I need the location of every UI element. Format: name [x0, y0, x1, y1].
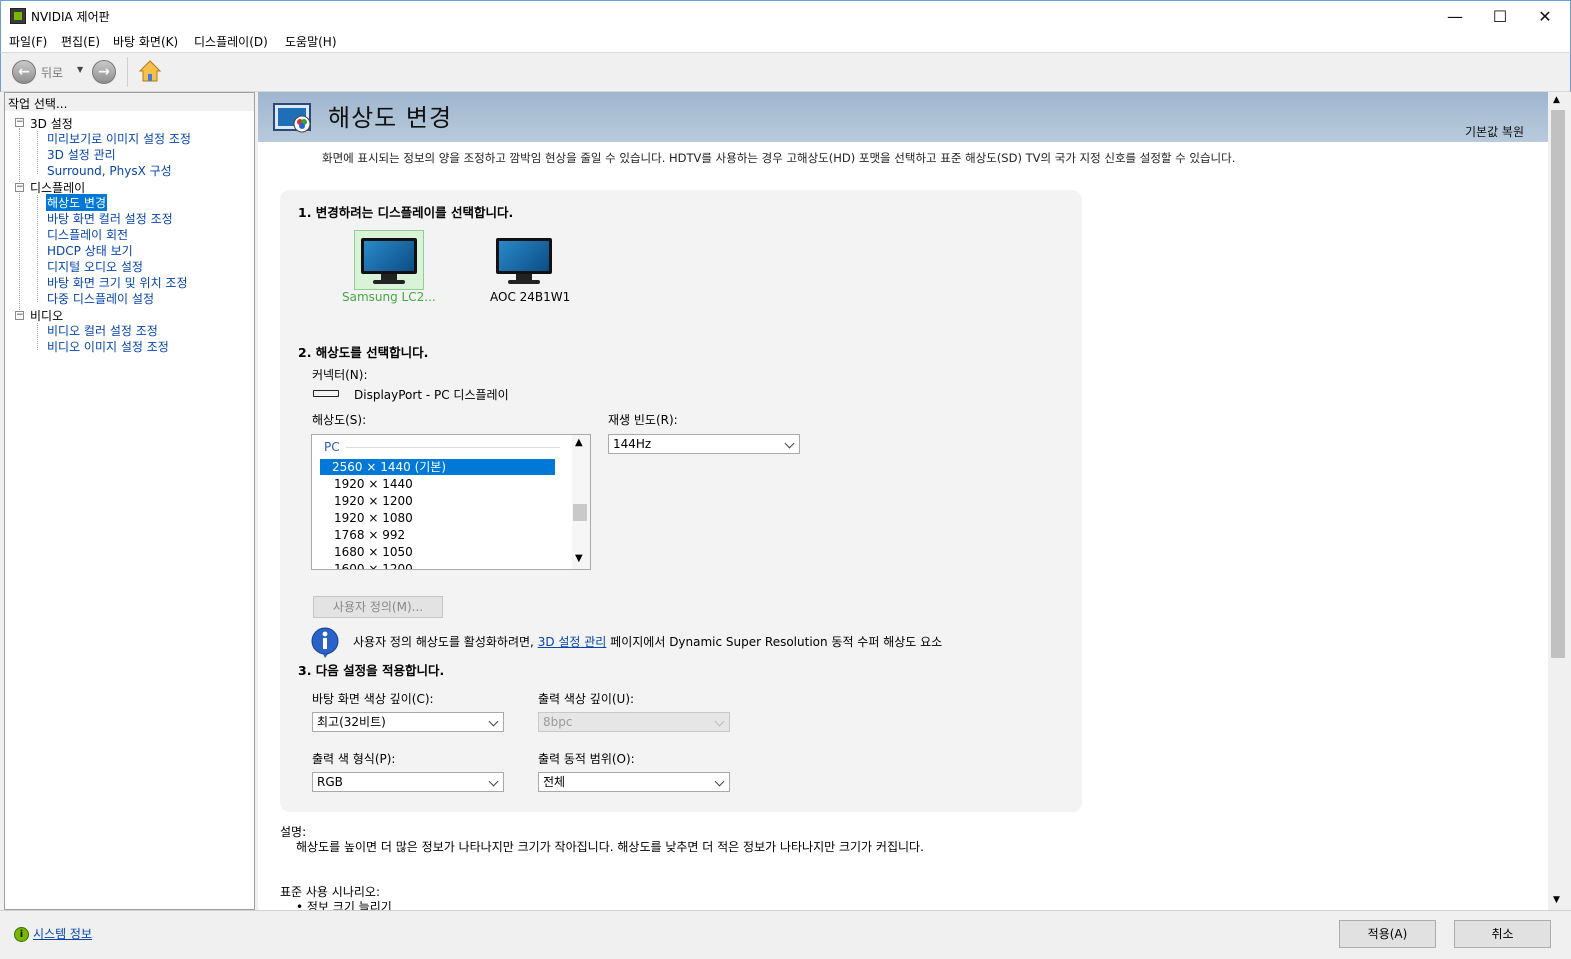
task-tree-panel: 작업 선택... − 3D 설정 미리보기로 이미지 설정 조정 3D 설정 관…: [4, 92, 255, 910]
scroll-down-icon[interactable]: ▼: [575, 553, 583, 564]
minimize-button[interactable]: —: [1432, 1, 1478, 31]
close-button[interactable]: ✕: [1522, 1, 1568, 31]
resolution-list[interactable]: PC 2560 × 1440 (기본) 1920 × 1440 1920 × 1…: [311, 434, 591, 570]
collapse-icon[interactable]: −: [15, 118, 24, 127]
tree-item-3d-manage[interactable]: 3D 설정 관리: [47, 146, 116, 163]
tree-item-multi-display[interactable]: 다중 디스플레이 설정: [47, 290, 154, 307]
scroll-down-icon[interactable]: ▼: [1553, 895, 1560, 905]
refresh-rate-select[interactable]: 144Hz: [608, 434, 800, 454]
apply-button[interactable]: 적용(A): [1339, 920, 1436, 948]
output-color-format-select[interactable]: RGB: [312, 772, 504, 792]
group-divider: [346, 447, 560, 448]
menu-edit[interactable]: 편집(E): [61, 33, 100, 50]
scenario-item: • 정보 크기 늘리기: [296, 900, 392, 910]
resolution-label: 해상도(S):: [312, 413, 367, 427]
refresh-label: 재생 빈도(R):: [608, 413, 678, 427]
resolution-option[interactable]: 1680 × 1050: [332, 544, 560, 560]
task-header: 작업 선택...: [5, 93, 254, 111]
collapse-icon[interactable]: −: [15, 311, 24, 320]
window-title: NVIDIA 제어판: [31, 10, 110, 24]
back-label[interactable]: 뒤로: [41, 64, 63, 81]
title-bar: NVIDIA 제어판 — ☐ ✕: [0, 0, 1571, 30]
toolbar: ← 뒤로 ▼ →: [0, 52, 1571, 92]
menu-file[interactable]: 파일(F): [9, 33, 47, 50]
step1-title: 1. 변경하려는 디스플레이를 선택합니다.: [298, 205, 514, 220]
description-text: 해상도를 높이면 더 많은 정보가 나타나지만 크기가 작아집니다. 해상도를 …: [296, 840, 924, 854]
step2-title: 2. 해상도를 선택합니다.: [298, 345, 429, 360]
resolution-option[interactable]: 1600 × 1200: [332, 561, 560, 569]
info-text: 사용자 정의 해상도를 활성화하려면, 3D 설정 관리 페이지에서 Dynam…: [353, 635, 943, 649]
scroll-up-icon[interactable]: ▲: [1553, 95, 1560, 105]
collapse-icon[interactable]: −: [15, 183, 24, 192]
resolution-group-label: PC: [324, 440, 340, 454]
tree-item-video-image[interactable]: 비디오 이미지 설정 조정: [47, 338, 169, 355]
nvidia-app-icon: [10, 8, 26, 24]
menu-bar: 파일(F) 편집(E) 바탕 화면(K) 디스플레이(D) 도움말(H): [0, 30, 1571, 52]
history-dropdown-icon[interactable]: ▼: [77, 65, 83, 74]
toolbar-divider: [127, 57, 128, 87]
forward-arrow-icon[interactable]: →: [92, 60, 116, 84]
menu-desktop[interactable]: 바탕 화면(K): [113, 33, 178, 50]
resolution-option[interactable]: 1920 × 1440: [332, 476, 560, 492]
monitor-icon[interactable]: [492, 234, 556, 286]
tree-item-video-color[interactable]: 비디오 컬러 설정 조정: [47, 322, 158, 339]
dynamic-range-label: 출력 동적 범위(O):: [538, 752, 635, 766]
resolution-scroll-thumb[interactable]: [573, 504, 587, 521]
resolution-option[interactable]: 2560 × 1440 (기본): [320, 459, 555, 475]
desktop-depth-label: 바탕 화면 색상 깊이(C):: [312, 692, 434, 706]
menu-display[interactable]: 디스플레이(D): [194, 33, 268, 50]
tree-item-desktop-size[interactable]: 바탕 화면 크기 및 위치 조정: [47, 274, 188, 291]
content-scroll-thumb[interactable]: [1551, 110, 1565, 658]
tree-line: [37, 195, 38, 302]
maximize-button[interactable]: ☐: [1477, 1, 1523, 31]
monitor-icon: [357, 234, 421, 286]
footer-bar: i 시스템 정보 적용(A) 취소: [0, 910, 1571, 959]
resolution-option[interactable]: 1768 × 992: [332, 527, 560, 543]
tree-item-change-resolution[interactable]: 해상도 변경: [46, 194, 108, 211]
menu-help[interactable]: 도움말(H): [285, 33, 337, 50]
info-icon: [310, 626, 342, 658]
tree-item-hdcp-status[interactable]: HDCP 상태 보기: [47, 242, 133, 259]
display-name-aoc[interactable]: AOC 24B1W1: [490, 290, 570, 304]
back-arrow-icon[interactable]: ←: [12, 60, 36, 84]
step3-title: 3. 다음 설정을 적용합니다.: [298, 663, 445, 678]
display-settings-icon: [272, 100, 316, 136]
resolution-option[interactable]: 1920 × 1200: [332, 493, 560, 509]
resolution-option[interactable]: 1920 × 1080: [332, 510, 560, 526]
manage-3d-settings-link[interactable]: 3D 설정 관리: [538, 635, 607, 649]
desktop-color-depth-select[interactable]: 최고(32비트): [312, 712, 504, 732]
cancel-button[interactable]: 취소: [1454, 920, 1551, 948]
content-area: 해상도 변경 기본값 복원 화면에 표시되는 정보의 양을 조정하고 깜박임 현…: [258, 92, 1548, 910]
output-depth-label: 출력 색상 깊이(U):: [538, 692, 635, 706]
resolution-scrollbar[interactable]: [572, 435, 590, 569]
output-color-depth-select[interactable]: 8bpc: [538, 712, 730, 732]
tree-item-desktop-color[interactable]: 바탕 화면 컬러 설정 조정: [47, 210, 173, 227]
tree-item-rotate-display[interactable]: 디스플레이 회전: [47, 226, 128, 243]
restore-defaults-link[interactable]: 기본값 복원: [1465, 123, 1524, 140]
tree-line: [19, 128, 20, 320]
tree-line: [37, 323, 38, 350]
tree-item-digital-audio[interactable]: 디지털 오디오 설정: [47, 258, 143, 275]
connector-label: 커넥터(N):: [312, 368, 368, 382]
system-info-icon[interactable]: i: [14, 927, 29, 942]
tree-item-preview-image[interactable]: 미리보기로 이미지 설정 조정: [47, 130, 191, 147]
custom-resolution-button[interactable]: 사용자 정의(M)...: [313, 596, 443, 618]
page-intro: 화면에 표시되는 정보의 양을 조정하고 깜박임 현상을 줄일 수 있습니다. …: [322, 151, 1236, 165]
tree-line: [37, 131, 38, 174]
displayport-icon: [313, 390, 339, 397]
connector-value: DisplayPort - PC 디스플레이: [354, 388, 509, 402]
page-title: 해상도 변경: [328, 104, 453, 132]
page-banner: 해상도 변경 기본값 복원: [258, 92, 1548, 142]
tree-item-surround-physx[interactable]: Surround, PhysX 구성: [47, 162, 172, 179]
output-dynamic-range-select[interactable]: 전체: [538, 772, 730, 792]
home-icon[interactable]: [138, 59, 162, 83]
display-name-samsung[interactable]: Samsung LC2...: [342, 290, 436, 304]
system-info-link[interactable]: 시스템 정보: [33, 925, 92, 942]
color-format-label: 출력 색 형식(P):: [312, 752, 396, 766]
scroll-up-icon[interactable]: ▲: [575, 437, 583, 448]
